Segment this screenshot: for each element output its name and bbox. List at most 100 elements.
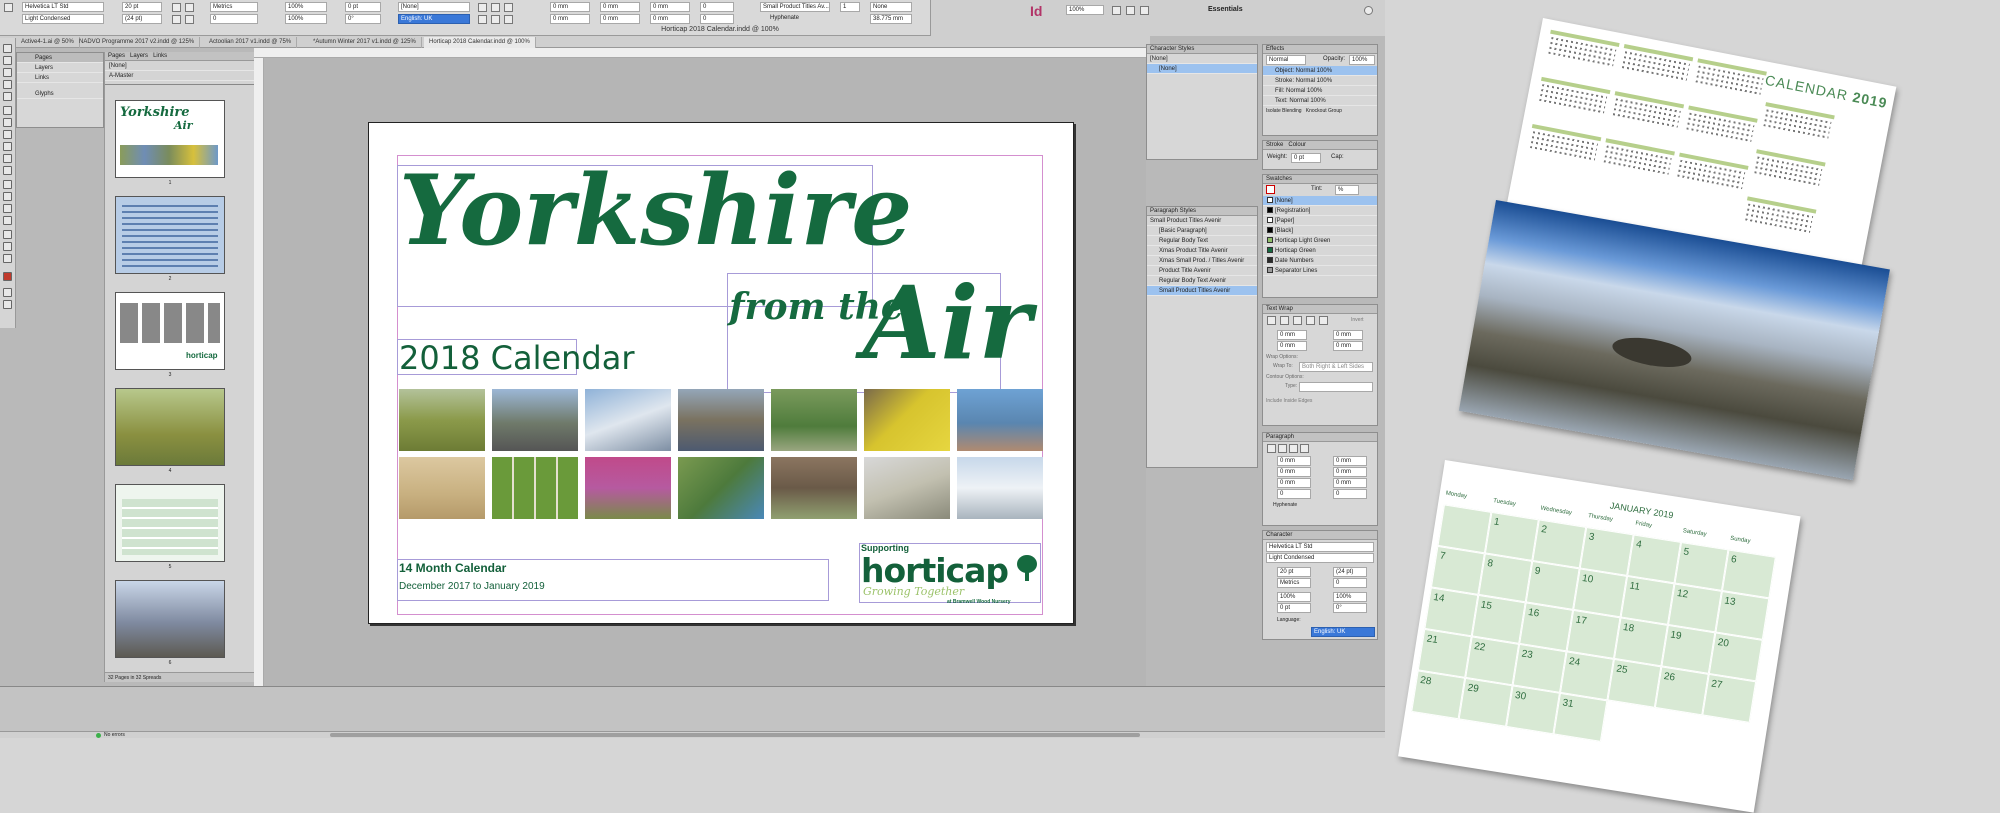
tracking-field[interactable]: 0 (210, 14, 258, 24)
panel-layers[interactable]: Layers (17, 63, 103, 73)
tint-field[interactable]: % (1335, 185, 1359, 195)
photo-9[interactable] (492, 457, 578, 519)
scissors-tool-icon[interactable] (3, 180, 12, 189)
no-wrap-icon[interactable] (1267, 316, 1276, 325)
char-hscale-field[interactable]: 100% (1333, 592, 1367, 602)
page-thumb-5[interactable] (115, 484, 225, 562)
char-skew-field[interactable]: 0° (1333, 603, 1367, 613)
gradient-tool-icon[interactable] (3, 204, 12, 213)
paragraph-style-item[interactable]: Xmas Small Prod. / Titles Avenir (1147, 256, 1257, 266)
subscript-icon[interactable] (185, 15, 194, 24)
column-width-field[interactable]: 38.775 mm (870, 14, 912, 24)
pen-tool-icon[interactable] (3, 130, 12, 139)
char-font-select[interactable]: Helvetica LT Std (1266, 542, 1374, 552)
paragraph-style-select[interactable]: Small Product Titles Av... (760, 2, 830, 12)
character-style-none[interactable]: [None] (1147, 64, 1257, 74)
photo-4[interactable] (678, 389, 764, 451)
justify-center-icon[interactable] (491, 15, 500, 24)
tab-document-2[interactable]: NADVO Programme 2017 v2.indd @ 125% (74, 37, 201, 48)
character-style-select[interactable]: [None] (398, 2, 470, 12)
vertical-scale-field[interactable]: 100% (285, 2, 327, 12)
document-page[interactable]: Yorkshire from the Air 2018 Calendar 14 … (368, 122, 1074, 624)
align-center-icon[interactable] (491, 3, 500, 12)
space-after-field[interactable]: 0 mm (1333, 478, 1367, 488)
wrap-left-field[interactable]: 0 mm (1333, 330, 1363, 340)
photo-13[interactable] (864, 457, 950, 519)
char-baseline-field[interactable]: 0 pt (1277, 603, 1311, 613)
photo-11[interactable] (678, 457, 764, 519)
tab-document-1[interactable]: Active4-1.ai @ 50% (16, 37, 80, 48)
preflight-status[interactable]: No errors (104, 732, 125, 738)
page-thumb-2[interactable] (115, 196, 225, 274)
screen-mode-tool-icon[interactable] (3, 300, 12, 309)
swatch-horticap-green[interactable]: Horticap Green (1263, 246, 1377, 256)
paragraph-style-item[interactable]: Regular Body Text (1147, 236, 1257, 246)
pencil-tool-icon[interactable] (3, 142, 12, 151)
view-options-icon[interactable] (1112, 6, 1121, 15)
bullets-field[interactable]: 1 (840, 2, 860, 12)
justify-left-icon[interactable] (478, 15, 487, 24)
invert-checkbox[interactable]: Invert (1351, 317, 1364, 323)
char-tracking-field[interactable]: 0 (1333, 578, 1367, 588)
paragraph-style-item-selected[interactable]: Small Product Titles Avenir (1147, 286, 1257, 296)
effects-text[interactable]: Text: Normal 100% (1263, 96, 1377, 106)
direct-selection-tool-icon[interactable] (3, 56, 12, 65)
photo-7[interactable] (957, 389, 1043, 451)
tab-document-3[interactable]: Actoolian 2017 v1.indd @ 75% (204, 37, 298, 48)
blend-mode-select[interactable]: Normal (1266, 55, 1306, 65)
jump-next-column-icon[interactable] (1319, 316, 1328, 325)
include-inside-edges-checkbox[interactable]: Include Inside Edges (1263, 392, 1377, 410)
page-thumb-3[interactable]: horticap (115, 292, 225, 370)
effects-object[interactable]: Object: Normal 100% (1263, 66, 1377, 76)
photo-12[interactable] (771, 457, 857, 519)
paragraph-style-current[interactable]: Small Product Titles Avenir (1147, 216, 1257, 226)
language-select[interactable]: English: UK (398, 14, 470, 24)
swatch-date-numbers[interactable]: Date Numbers (1263, 256, 1377, 266)
photo-1[interactable] (399, 389, 485, 451)
free-transform-tool-icon[interactable] (3, 192, 12, 201)
last-indent-field[interactable]: 0 mm (1333, 467, 1367, 477)
align-left-icon[interactable] (1267, 444, 1276, 453)
tab-colour[interactable]: Colour (1288, 142, 1306, 148)
char-vscale-field[interactable]: 100% (1277, 592, 1311, 602)
first-line-indent-field[interactable]: 0 mm (550, 14, 590, 24)
char-leading-field[interactable]: (24 pt) (1333, 567, 1367, 577)
character-style-current[interactable]: [None] (1147, 54, 1257, 64)
type-tool-icon[interactable] (3, 106, 12, 115)
horizontal-scale-field[interactable]: 100% (285, 14, 327, 24)
content-collector-icon[interactable] (3, 92, 12, 101)
photo-8[interactable] (399, 457, 485, 519)
paragraph-style-item[interactable]: [Basic Paragraph] (1147, 226, 1257, 236)
space-after-field[interactable]: 0 mm (650, 14, 690, 24)
leading-field[interactable]: (24 pt) (122, 14, 162, 24)
paragraph-style-item[interactable]: Xmas Product Title Avenir (1147, 246, 1257, 256)
search-icon[interactable] (1364, 6, 1373, 15)
isolate-blending-checkbox[interactable]: Isolate Blending (1266, 108, 1302, 114)
justify-right-icon[interactable] (504, 15, 513, 24)
small-caps-icon[interactable] (172, 15, 181, 24)
superscript-icon[interactable] (185, 3, 194, 12)
all-caps-icon[interactable] (172, 3, 181, 12)
fill-stroke-swatch-icon[interactable] (3, 272, 12, 281)
effects-stroke[interactable]: Stroke: Normal 100% (1263, 76, 1377, 86)
wrap-shape-icon[interactable] (1293, 316, 1302, 325)
text-tool-icon[interactable] (4, 3, 13, 12)
panel-pages[interactable]: Pages (17, 53, 103, 63)
drop-chars-field[interactable]: 0 (1333, 489, 1367, 499)
screen-mode-icon[interactable] (1126, 6, 1135, 15)
align-left-icon[interactable] (478, 3, 487, 12)
photo-2[interactable] (492, 389, 578, 451)
tab-links[interactable]: Links (153, 53, 167, 59)
font-style-field[interactable]: Light Condensed (22, 14, 104, 24)
paragraph-style-item[interactable]: Product Title Avenir (1147, 266, 1257, 276)
zoom-select[interactable]: 100% (1066, 5, 1104, 15)
arrange-documents-icon[interactable] (1140, 6, 1149, 15)
space-before-field[interactable]: 0 mm (650, 2, 690, 12)
swatch-horticap-light-green[interactable]: Horticap Light Green (1263, 236, 1377, 246)
photo-6[interactable] (864, 389, 950, 451)
tab-layers[interactable]: Layers (130, 53, 148, 59)
photo-3[interactable] (585, 389, 671, 451)
char-size-field[interactable]: 20 pt (1277, 567, 1311, 577)
char-language-select[interactable]: English: UK (1311, 627, 1375, 637)
rectangle-tool-icon[interactable] (3, 166, 12, 175)
